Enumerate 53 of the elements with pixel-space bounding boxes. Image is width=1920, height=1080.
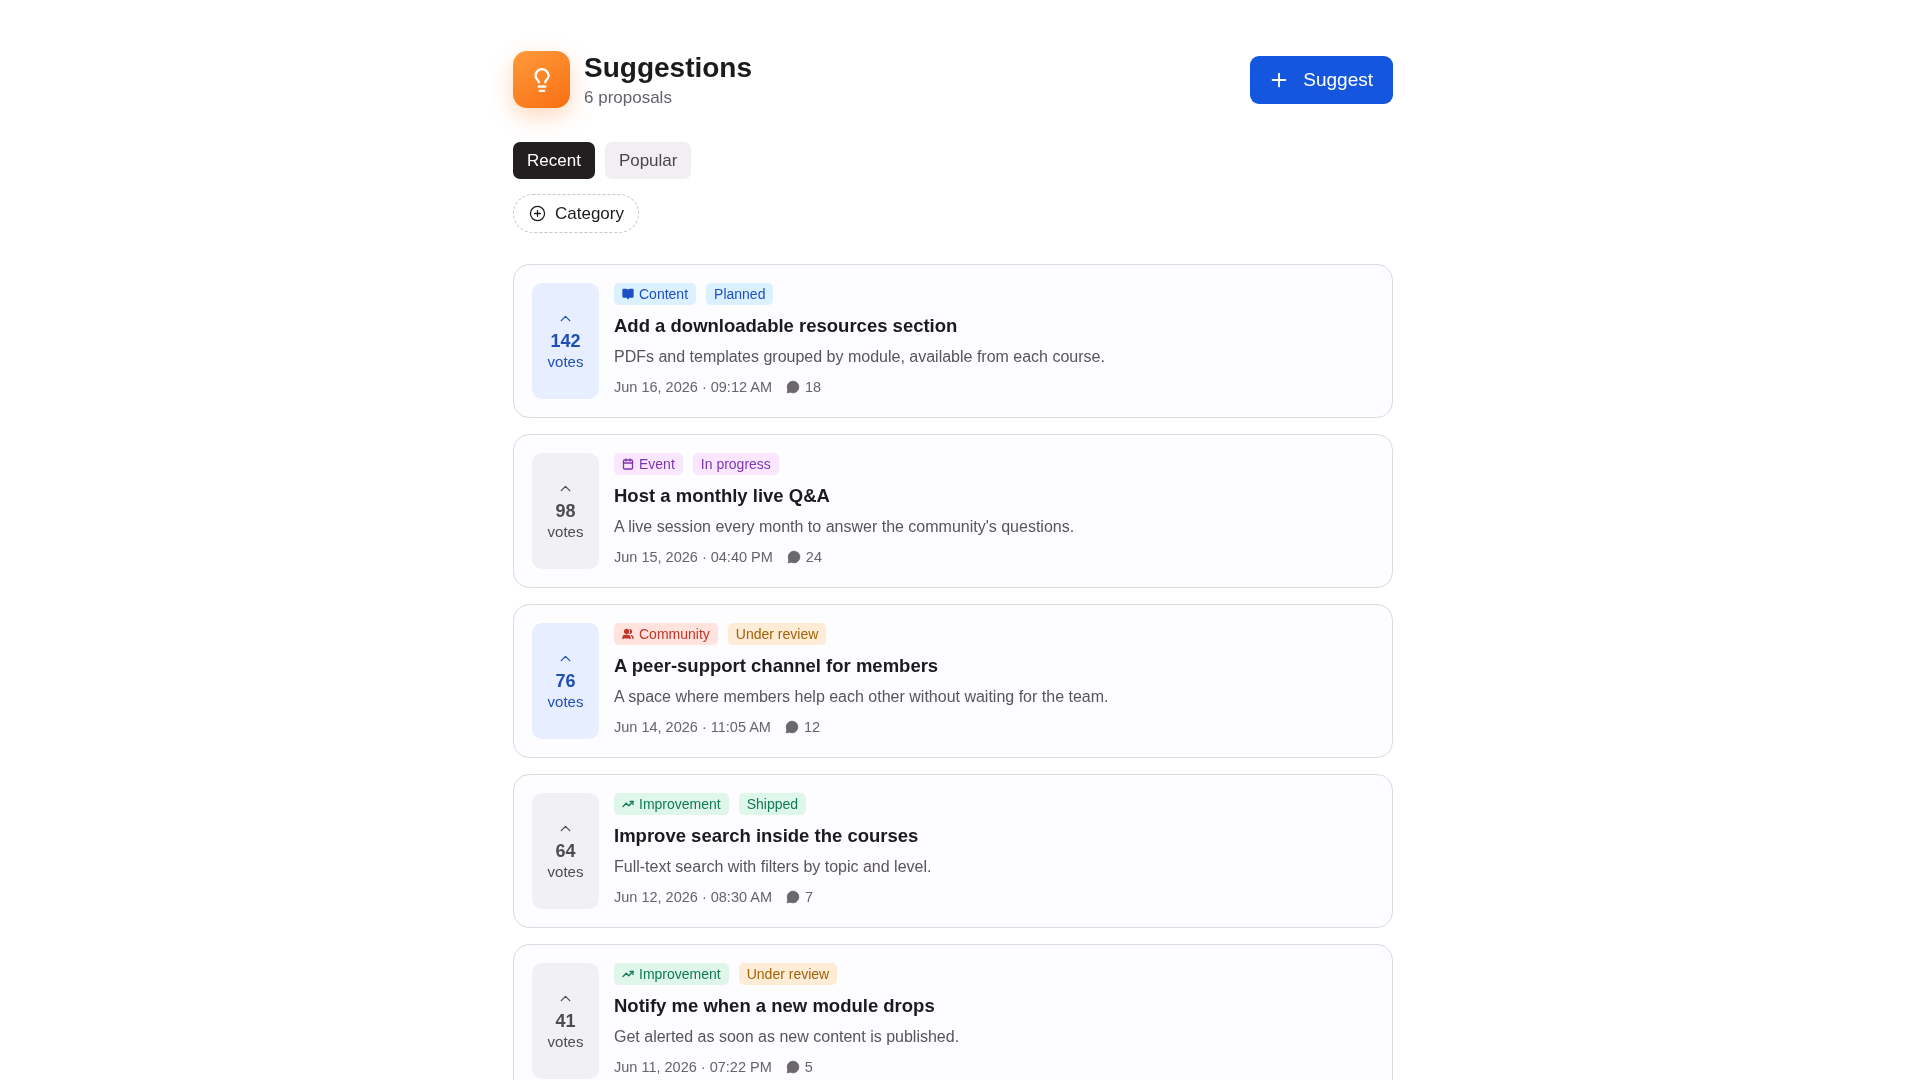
upvote-button[interactable]: 41 votes <box>532 963 599 1079</box>
status-tag: Shipped <box>738 793 807 815</box>
status-tag: Planned <box>706 283 774 305</box>
proposal-count: 6 proposals <box>584 87 673 109</box>
category-tag: Improvement <box>614 963 729 985</box>
sort-tab[interactable]: Recent <box>513 142 595 179</box>
status-tag: In progress <box>692 453 779 475</box>
post-date: Jun 16, 2026 · 09:12 AM <box>614 378 772 396</box>
status-tag: Under review <box>727 623 827 645</box>
comment-count: 7 <box>805 888 814 906</box>
suggestion-description: A space where members help each other without waiting for the team. <box>614 687 1109 707</box>
suggestion-description: Get alerted as soon as new content is published. <box>614 1027 960 1047</box>
comment-icon <box>786 550 801 564</box>
category-tag: Content <box>614 283 697 305</box>
category-filter-button[interactable]: Category <box>513 194 639 233</box>
upvote-button[interactable]: 76 votes <box>532 623 599 739</box>
sort-tab[interactable]: Popular <box>604 142 692 179</box>
category-tag: Improvement <box>614 793 729 815</box>
post-date: Jun 12, 2026 · 08:30 AM <box>614 888 772 906</box>
comment-icon <box>785 1060 800 1074</box>
comment-icon <box>786 890 800 904</box>
suggestion-title: Improve search inside the courses <box>614 824 920 848</box>
suggestion-title: Add a downloadable resources section <box>614 314 959 338</box>
page-title: Suggestions <box>584 51 752 85</box>
category-tag: Event <box>614 453 683 475</box>
post-date: Jun 14, 2026 · 11:05 AM <box>614 718 771 736</box>
upvote-button[interactable]: 142 votes <box>532 283 599 399</box>
category-tag: Community <box>614 623 718 645</box>
trending-up-icon <box>622 968 634 980</box>
trending-up-icon <box>622 798 634 810</box>
comment-icon <box>786 380 800 394</box>
add-circle-icon <box>529 205 546 222</box>
suggest-button[interactable]: Suggest <box>1250 56 1393 104</box>
book-icon <box>622 288 634 300</box>
post-date: Jun 11, 2026 · 07:22 PM <box>614 1058 772 1076</box>
comment-count: 24 <box>805 548 822 566</box>
comment-icon <box>784 720 799 734</box>
suggestion-title: Notify me when a new module drops <box>614 994 936 1018</box>
status-tag: Under review <box>738 963 838 985</box>
suggestion-description: PDFs and templates grouped by module, available from each course. <box>614 347 1105 367</box>
post-date: Jun 15, 2026 · 04:40 PM <box>614 548 773 566</box>
suggestion-title: A peer-support channel for members <box>614 654 940 678</box>
comment-count: 18 <box>805 378 822 396</box>
upvote-button[interactable]: 98 votes <box>532 453 599 569</box>
suggestion-title: Host a monthly live Q&A <box>614 484 831 508</box>
lightbulb-icon <box>513 51 570 108</box>
suggestion-description: A live session every month to answer the community's questions. <box>614 517 1075 537</box>
comment-count: 12 <box>803 718 821 736</box>
calendar-icon <box>622 458 634 470</box>
people-icon <box>622 628 634 640</box>
comment-count: 5 <box>804 1058 813 1076</box>
upvote-button[interactable]: 64 votes <box>532 793 599 909</box>
suggestion-description: Full-text search with filters by topic and level. <box>614 857 932 877</box>
